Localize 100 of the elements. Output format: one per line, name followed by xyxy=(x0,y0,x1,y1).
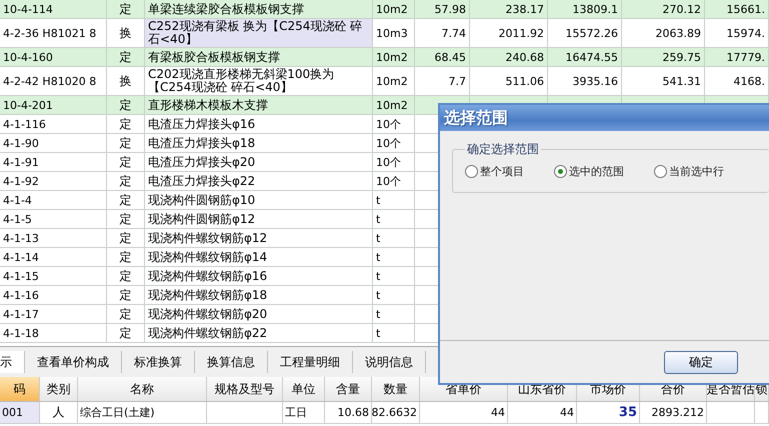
unit-cell: 10个 xyxy=(373,172,415,190)
type-cell: 定 xyxy=(107,248,145,266)
radio-button[interactable] xyxy=(554,165,567,178)
unit-cell: t xyxy=(373,210,415,228)
type-cell: 定 xyxy=(107,48,145,66)
code-cell: 4-1-15 xyxy=(0,267,107,285)
type-cell: 定 xyxy=(107,115,145,133)
radio-option[interactable]: 当前选中行 xyxy=(654,164,724,179)
name-cell: 现浇构件螺纹钢筋φ20 xyxy=(145,305,373,323)
table-cell: 001 xyxy=(0,402,40,423)
type-cell: 定 xyxy=(107,172,145,190)
table-cell: 10.68 xyxy=(325,402,372,423)
unit-cell: t xyxy=(373,324,415,342)
type-cell: 定 xyxy=(107,0,145,18)
number-cell: 240.68 xyxy=(470,48,548,66)
radio-button[interactable] xyxy=(654,165,667,178)
number-cell: 68.45 xyxy=(415,48,470,66)
number-cell: 16474.55 xyxy=(548,48,622,66)
unit-cell: t xyxy=(373,229,415,247)
unit-cell: t xyxy=(373,267,415,285)
number-cell: 4168. xyxy=(705,67,769,95)
column-header: 类别 xyxy=(40,377,78,401)
table-cell: 44 xyxy=(420,402,508,423)
unit-cell: 10m3 xyxy=(373,19,415,47)
name-cell: 现浇构件螺纹钢筋φ18 xyxy=(145,286,373,304)
name-cell: 现浇构件圆钢筋φ12 xyxy=(145,210,373,228)
unit-cell: t xyxy=(373,286,415,304)
code-cell: 4-1-14 xyxy=(0,248,107,266)
unit-cell: 10m2 xyxy=(373,67,415,95)
code-cell: 4-1-116 xyxy=(0,115,107,133)
name-cell: 现浇构件圆钢筋φ10 xyxy=(145,191,373,209)
name-cell: 电渣压力焊接头φ22 xyxy=(145,172,373,190)
name-cell: 现浇构件螺纹钢筋φ14 xyxy=(145,248,373,266)
table-cell: 工日 xyxy=(283,402,325,423)
code-cell: 4-1-18 xyxy=(0,324,107,342)
number-cell: 15661. xyxy=(705,0,769,18)
column-header: 含量 xyxy=(325,377,372,401)
number-cell: 15572.26 xyxy=(548,19,622,47)
number-cell: 7.7 xyxy=(415,67,470,95)
name-cell: 现浇构件螺纹钢筋φ16 xyxy=(145,267,373,285)
table-cell: 2893.212 xyxy=(640,402,707,423)
number-cell: 15974. xyxy=(705,19,769,47)
tab[interactable]: 工程量明细 xyxy=(268,351,353,373)
name-cell: 直形楼梯木模板木支撑 xyxy=(145,96,373,114)
number-cell: 17779. xyxy=(705,48,769,66)
group-label: 确定选择范围 xyxy=(466,141,540,158)
code-cell: 4-1-16 xyxy=(0,286,107,304)
number-cell: 238.17 xyxy=(470,0,548,18)
name-cell: 电渣压力焊接头φ16 xyxy=(145,115,373,133)
code-cell: 4-1-5 xyxy=(0,210,107,228)
radio-option[interactable]: 选中的范围 xyxy=(554,164,624,179)
name-cell: C252现浇有梁板 换为【C254现浇砼 碎石<40】 xyxy=(145,19,373,47)
code-cell: 10-4-201 xyxy=(0,96,107,114)
unit-cell: 10个 xyxy=(373,134,415,152)
tab[interactable]: 标准换算 xyxy=(122,351,195,373)
unit-cell: t xyxy=(373,191,415,209)
number-cell: 270.12 xyxy=(622,0,705,18)
unit-cell: 10m2 xyxy=(373,0,415,18)
tab[interactable]: 说明信息 xyxy=(353,351,426,373)
type-cell: 定 xyxy=(107,153,145,171)
code-cell: 4-1-91 xyxy=(0,153,107,171)
number-cell: 3935.16 xyxy=(548,67,622,95)
number-cell: 259.75 xyxy=(622,48,705,66)
unit-cell: 10个 xyxy=(373,153,415,171)
number-cell: 2011.92 xyxy=(470,19,548,47)
name-cell: 单梁连续梁胶合板模板钢支撑 xyxy=(145,0,373,18)
unit-cell: 10m2 xyxy=(373,48,415,66)
unit-cell: t xyxy=(373,248,415,266)
number-cell: 2063.89 xyxy=(622,19,705,47)
column-header: 名称 xyxy=(78,377,207,401)
type-cell: 定 xyxy=(107,324,145,342)
type-cell: 定 xyxy=(107,286,145,304)
number-cell: 541.31 xyxy=(622,67,705,95)
number-cell: 7.74 xyxy=(415,19,470,47)
unit-cell: 10m2 xyxy=(373,96,415,114)
type-cell: 定 xyxy=(107,134,145,152)
radio-option[interactable]: 整个项目 xyxy=(465,164,524,179)
type-cell: 定 xyxy=(107,96,145,114)
table-cell: 综合工日(土建) xyxy=(78,402,207,423)
tab[interactable]: 查看单价构成 xyxy=(25,351,122,373)
code-cell: 4-1-17 xyxy=(0,305,107,323)
tab[interactable]: 示 xyxy=(0,351,25,373)
radio-button[interactable] xyxy=(465,165,478,178)
unit-cell: 10个 xyxy=(373,115,415,133)
dialog-title: 选择范围 xyxy=(444,108,508,128)
column-header: 数量 xyxy=(372,377,420,401)
type-cell: 定 xyxy=(107,210,145,228)
column-header: 规格及型号 xyxy=(207,377,283,401)
column-header: 单位 xyxy=(283,377,325,401)
name-cell: C202现浇直形楼梯无斜梁100换为【C254现浇砼 碎石<40】 xyxy=(145,67,373,95)
code-cell: 10-4-114 xyxy=(0,0,107,18)
code-cell: 4-2-42 H81020 8 xyxy=(0,67,107,95)
table-cell: 44 xyxy=(508,402,577,423)
code-cell: 4-1-13 xyxy=(0,229,107,247)
tab[interactable]: 换算信息 xyxy=(195,351,268,373)
type-cell: 定 xyxy=(107,305,145,323)
confirm-button[interactable]: 确定 xyxy=(664,350,738,374)
code-cell: 4-1-4 xyxy=(0,191,107,209)
name-cell: 电渣压力焊接头φ18 xyxy=(145,134,373,152)
code-cell: 4-1-90 xyxy=(0,134,107,152)
